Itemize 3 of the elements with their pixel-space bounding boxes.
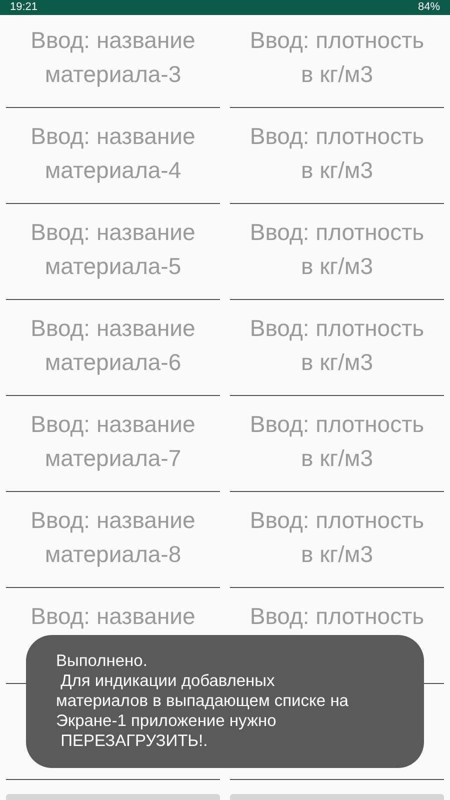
battery-level: 84%	[418, 2, 440, 13]
time: 19:21	[10, 2, 38, 13]
message-toast: Выполнено. Для индикации добавленых материалов в выпадающем списке на Экране-1 приложение нужно ПЕРЕЗАГРУЗИТЬ!.	[26, 635, 424, 768]
